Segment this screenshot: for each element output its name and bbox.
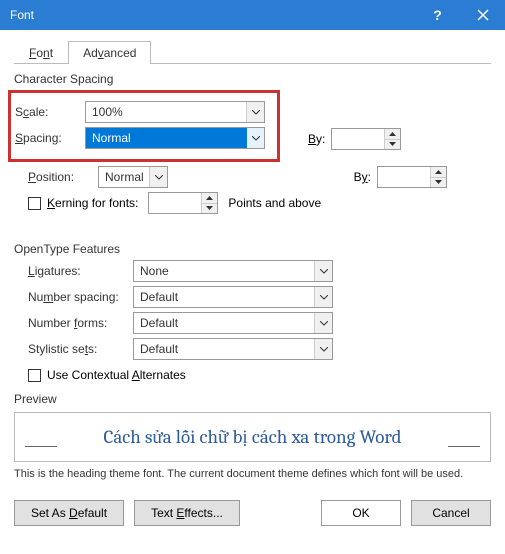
contextual-alternates-label: Use Contextual Alternates [47, 368, 186, 382]
points-above-label: Points and above [228, 196, 321, 210]
kerning-label: Kerning for fonts: [47, 196, 138, 210]
ligatures-combo[interactable]: None [133, 260, 333, 282]
spacing-value: Normal [86, 131, 246, 145]
chevron-down-icon [246, 102, 264, 122]
close-icon [477, 9, 489, 21]
chevron-down-icon [246, 128, 264, 148]
number-spacing-label: Number spacing: [28, 290, 133, 304]
contextual-alternates-checkbox[interactable] [28, 369, 41, 382]
chevron-down-icon [314, 339, 332, 359]
position-label: Position: [28, 170, 98, 184]
titlebar: Font ? [0, 0, 505, 30]
tab-advanced[interactable]: Advanced [68, 41, 151, 64]
scale-label: Scale: [15, 105, 85, 119]
spacing-combo[interactable]: Normal [85, 127, 265, 149]
by-label-1: By: [308, 132, 325, 146]
spacing-by-spinner[interactable] [331, 128, 401, 150]
ok-button[interactable]: OK [321, 500, 401, 526]
scale-value: 100% [86, 105, 246, 119]
number-forms-label: Number forms: [28, 316, 133, 330]
position-value: Normal [99, 170, 149, 184]
spacing-label: Spacing: [15, 131, 85, 145]
ligatures-label: Ligatures: [28, 264, 133, 278]
spinner-down-icon[interactable] [431, 178, 446, 188]
close-button[interactable] [460, 0, 505, 30]
stylistic-sets-label: Stylistic sets: [28, 342, 133, 356]
preview-text: Cách sửa lỗi chữ bị cách xa trong Word [103, 426, 401, 449]
preview-box: Cách sửa lỗi chữ bị cách xa trong Word [14, 412, 491, 462]
tab-strip: Font Advanced [14, 40, 491, 64]
chevron-down-icon [314, 313, 332, 333]
position-combo[interactable]: Normal [98, 166, 168, 188]
help-button[interactable]: ? [415, 0, 460, 30]
dialog-title: Font [10, 8, 415, 22]
spinner-down-icon[interactable] [385, 140, 400, 150]
character-spacing-label: Character Spacing [14, 72, 491, 86]
preview-description: This is the heading theme font. The curr… [14, 468, 491, 480]
stylistic-sets-combo[interactable]: Default [133, 338, 333, 360]
number-spacing-combo[interactable]: Default [133, 286, 333, 308]
text-effects-button[interactable]: Text Effects... [134, 500, 240, 526]
spinner-down-icon[interactable] [202, 204, 217, 214]
position-by-spinner[interactable] [377, 166, 447, 188]
preview-label: Preview [14, 392, 491, 406]
kerning-spinner[interactable] [148, 192, 218, 214]
opentype-label: OpenType Features [14, 242, 491, 256]
chevron-down-icon [314, 287, 332, 307]
scale-combo[interactable]: 100% [85, 101, 265, 123]
dialog-footer: Set As Default Text Effects... OK Cancel [0, 490, 505, 540]
spinner-up-icon[interactable] [385, 129, 400, 140]
chevron-down-icon [149, 167, 167, 187]
highlight-box: Scale: 100% Spacing: Normal [8, 90, 280, 162]
set-as-default-button[interactable]: Set As Default [14, 500, 124, 526]
spinner-up-icon[interactable] [431, 167, 446, 178]
by-label-2: By: [354, 170, 371, 184]
number-forms-combo[interactable]: Default [133, 312, 333, 334]
kerning-checkbox[interactable] [28, 197, 41, 210]
cancel-button[interactable]: Cancel [411, 500, 491, 526]
chevron-down-icon [314, 261, 332, 281]
spinner-up-icon[interactable] [202, 193, 217, 204]
tab-font[interactable]: Font [14, 41, 68, 64]
